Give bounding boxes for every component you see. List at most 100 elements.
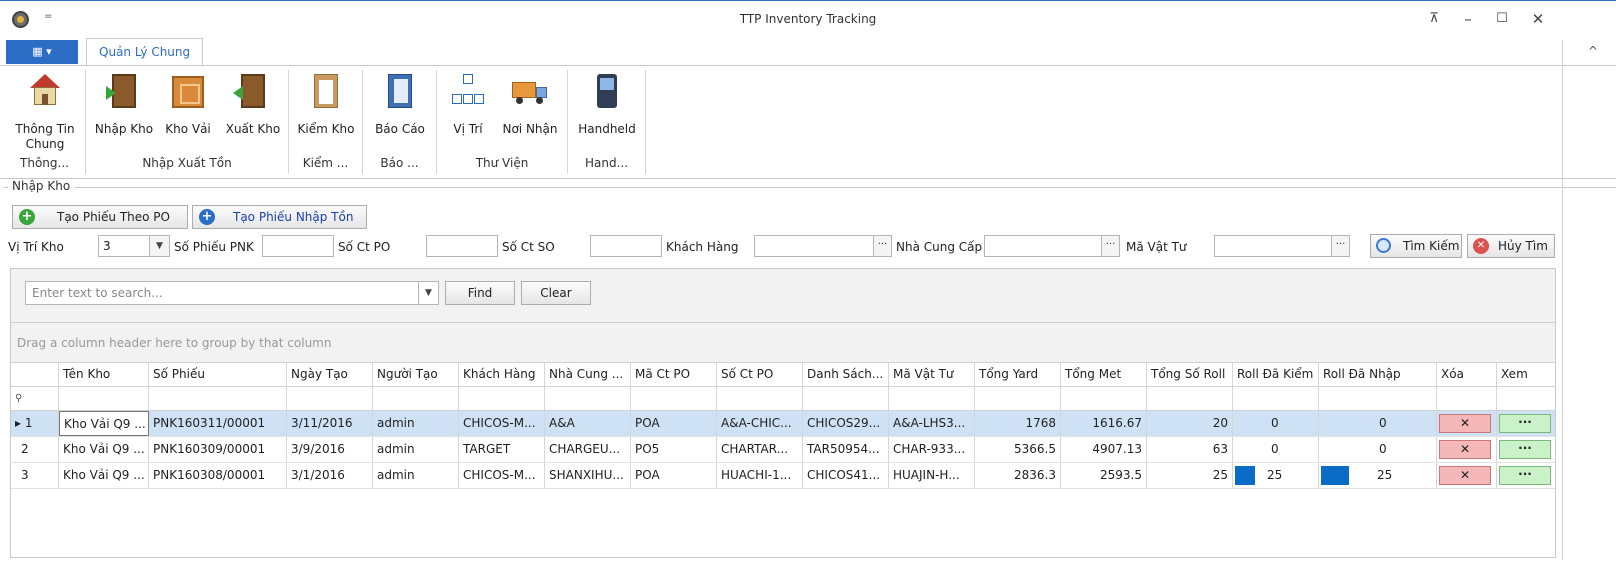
ribbon-display-options-icon[interactable]: ⊼: [1420, 8, 1448, 30]
kiem-kho-button[interactable]: Kiểm Kho: [293, 74, 359, 137]
nhap-kho-button[interactable]: Nhập Kho: [92, 74, 156, 137]
cell-ma-ct-po[interactable]: PO5: [631, 437, 717, 462]
so-ct-po-input[interactable]: [426, 235, 498, 257]
column-header[interactable]: Xóa: [1437, 363, 1497, 386]
table-row[interactable]: 2 Kho Vải Q9 ... PNK160309/00001 3/9/201…: [11, 437, 1555, 463]
view-button[interactable]: ···: [1499, 414, 1551, 433]
column-header[interactable]: Tổng Met: [1061, 363, 1147, 386]
column-header[interactable]: Tổng Số Roll: [1147, 363, 1233, 386]
collapse-ribbon-icon[interactable]: ^: [1588, 44, 1598, 58]
cell-tong-yard[interactable]: 1768: [975, 411, 1061, 436]
kho-vai-button[interactable]: Kho Vải: [158, 74, 218, 137]
filter-cell[interactable]: [975, 387, 1061, 410]
column-header[interactable]: Roll Đã Nhập: [1319, 363, 1437, 386]
delete-button[interactable]: ✕: [1439, 440, 1491, 459]
filter-cell[interactable]: [545, 387, 631, 410]
cell-khach-hang[interactable]: TARGET: [459, 437, 545, 462]
filter-cell[interactable]: [1061, 387, 1147, 410]
tab-quan-ly-chung[interactable]: Quản Lý Chung: [86, 38, 204, 66]
filter-cell[interactable]: [459, 387, 545, 410]
cell-roll-da-nhap[interactable]: 0: [1319, 411, 1437, 436]
filter-cell[interactable]: [889, 387, 975, 410]
cell-tong-met[interactable]: 4907.13: [1061, 437, 1147, 462]
minimize-button[interactable]: –: [1454, 8, 1482, 30]
cell-nha-cung[interactable]: A&A: [545, 411, 631, 436]
cell-so-phieu[interactable]: PNK160308/00001: [149, 463, 287, 488]
chevron-down-icon[interactable]: ▼: [419, 281, 439, 305]
view-button[interactable]: ···: [1499, 440, 1551, 459]
xuat-kho-button[interactable]: Xuất Kho: [220, 74, 286, 137]
column-header[interactable]: Số Phiếu: [149, 363, 287, 386]
maximize-button[interactable]: ☐: [1488, 8, 1516, 30]
cell-tong-roll[interactable]: 20: [1147, 411, 1233, 436]
column-header[interactable]: Danh Sách...: [803, 363, 889, 386]
cell-nguoi-tao[interactable]: admin: [373, 411, 459, 436]
column-header[interactable]: Tổng Yard: [975, 363, 1061, 386]
cell-so-phieu[interactable]: PNK160311/00001: [149, 411, 287, 436]
delete-button[interactable]: ✕: [1439, 466, 1491, 485]
filter-cell[interactable]: [373, 387, 459, 410]
search-button[interactable]: Tìm Kiếm: [1370, 234, 1462, 258]
filter-cell[interactable]: [149, 387, 287, 410]
column-header[interactable]: Nhà Cung ...: [545, 363, 631, 386]
column-header[interactable]: Ngày Tạo: [287, 363, 373, 386]
cell-nguoi-tao[interactable]: admin: [373, 463, 459, 488]
cell-tong-met[interactable]: 1616.67: [1061, 411, 1147, 436]
khach-hang-input[interactable]: [754, 235, 874, 257]
cell-tong-roll[interactable]: 25: [1147, 463, 1233, 488]
column-header[interactable]: Mã Vật Tư: [889, 363, 975, 386]
clear-button[interactable]: Clear: [521, 281, 591, 305]
handheld-button[interactable]: Handheld: [572, 74, 642, 137]
filter-cell[interactable]: [717, 387, 803, 410]
nha-cung-cap-input[interactable]: [984, 235, 1102, 257]
cell-danh-sach[interactable]: TAR50954...: [803, 437, 889, 462]
filter-cell[interactable]: [1497, 387, 1555, 410]
cell-nguoi-tao[interactable]: admin: [373, 437, 459, 462]
so-phieu-pnk-input[interactable]: [262, 235, 334, 257]
chevron-down-icon[interactable]: ▼: [150, 235, 170, 257]
cell-ten-kho[interactable]: Kho Vải Q9 ...: [59, 411, 149, 436]
delete-button[interactable]: ✕: [1439, 414, 1491, 433]
filter-cell[interactable]: [803, 387, 889, 410]
table-row[interactable]: ▸ 1 Kho Vải Q9 ... PNK160311/00001 3/11/…: [11, 411, 1555, 437]
nha-cung-cap-ellipsis-button[interactable]: ···: [1102, 235, 1120, 257]
vi-tri-button[interactable]: Vị Trí: [443, 74, 493, 137]
cell-ngay-tao[interactable]: 3/1/2016: [287, 463, 373, 488]
cell-tong-roll[interactable]: 63: [1147, 437, 1233, 462]
cell-roll-da-nhap[interactable]: 25: [1319, 463, 1437, 488]
bao-cao-button[interactable]: Báo Cáo: [367, 74, 433, 137]
cell-so-ct-po[interactable]: HUACHI-1...: [717, 463, 803, 488]
cell-so-ct-po[interactable]: A&A-CHIC...: [717, 411, 803, 436]
cancel-search-button[interactable]: ✕ Hủy Tìm: [1467, 234, 1555, 258]
filter-cell[interactable]: [1147, 387, 1233, 410]
cell-tong-yard[interactable]: 5366.5: [975, 437, 1061, 462]
filter-cell[interactable]: [631, 387, 717, 410]
filter-cell[interactable]: [59, 387, 149, 410]
thong-tin-chung-button[interactable]: Thông Tin Chung: [8, 74, 82, 152]
cell-ma-vat-tu[interactable]: HUAJIN-H...: [889, 463, 975, 488]
cell-khach-hang[interactable]: CHICOS-M...: [459, 411, 545, 436]
cell-roll-da-kiem[interactable]: 25: [1233, 463, 1319, 488]
cell-ma-vat-tu[interactable]: CHAR-933...: [889, 437, 975, 462]
cell-danh-sach[interactable]: CHICOS29...: [803, 411, 889, 436]
cell-roll-da-kiem[interactable]: 0: [1233, 411, 1319, 436]
table-row[interactable]: 3 Kho Vải Q9 ... PNK160308/00001 3/1/201…: [11, 463, 1555, 489]
column-header[interactable]: Tên Kho: [59, 363, 149, 386]
filter-cell[interactable]: [287, 387, 373, 410]
filter-cell[interactable]: [1233, 387, 1319, 410]
vi-tri-kho-select[interactable]: 3: [98, 235, 150, 257]
filter-cell[interactable]: [1437, 387, 1497, 410]
grid-search-input[interactable]: Enter text to search...: [25, 281, 419, 305]
cell-nha-cung[interactable]: SHANXIHU...: [545, 463, 631, 488]
cell-danh-sach[interactable]: CHICOS41...: [803, 463, 889, 488]
file-menu-button[interactable]: ▦ ▾: [6, 40, 78, 64]
cell-nha-cung[interactable]: CHARGEU...: [545, 437, 631, 462]
noi-nhan-button[interactable]: Nơi Nhận: [495, 74, 565, 137]
cell-tong-met[interactable]: 2593.5: [1061, 463, 1147, 488]
khach-hang-ellipsis-button[interactable]: ···: [874, 235, 892, 257]
cell-ma-ct-po[interactable]: POA: [631, 411, 717, 436]
cell-ten-kho[interactable]: Kho Vải Q9 ...: [59, 463, 149, 488]
column-header[interactable]: Số Ct PO: [717, 363, 803, 386]
cell-so-phieu[interactable]: PNK160309/00001: [149, 437, 287, 462]
cell-ngay-tao[interactable]: 3/11/2016: [287, 411, 373, 436]
